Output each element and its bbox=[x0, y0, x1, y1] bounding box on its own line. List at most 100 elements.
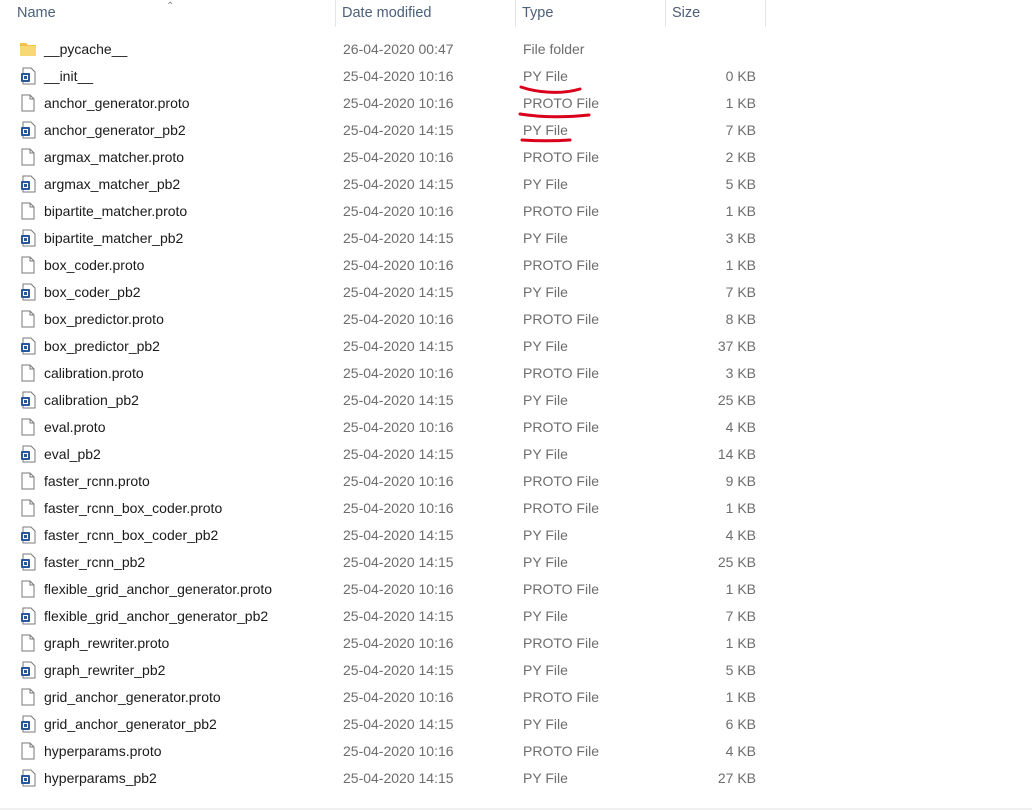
file-name: __init__ bbox=[44, 68, 94, 84]
file-date-modified: 25-04-2020 10:16 bbox=[343, 635, 454, 651]
file-date-modified: 25-04-2020 14:15 bbox=[343, 554, 454, 570]
file-date-modified: 25-04-2020 10:16 bbox=[343, 68, 454, 84]
file-row[interactable]: flexible_grid_anchor_generator.proto 25-0… bbox=[0, 577, 766, 604]
folder-icon bbox=[20, 40, 36, 58]
file-name: hyperparams.proto bbox=[44, 743, 162, 759]
file-type: PY File bbox=[523, 338, 568, 354]
file-size: 7 KB bbox=[725, 608, 756, 624]
column-header-type[interactable]: Type bbox=[516, 0, 666, 27]
file-size: 0 KB bbox=[725, 68, 756, 84]
file-row[interactable]: faster_rcnn_box_coder.proto 25-04-2020 10… bbox=[0, 496, 766, 523]
file-name: faster_rcnn_box_coder_pb2 bbox=[44, 527, 219, 543]
file-date-modified: 25-04-2020 10:16 bbox=[343, 473, 454, 489]
file-row[interactable]: hyperparams.proto 25-04-2020 10:16 PROTO F… bbox=[0, 739, 766, 766]
py-file-icon bbox=[20, 553, 36, 571]
file-size: 1 KB bbox=[725, 689, 756, 705]
file-name: __pycache__ bbox=[44, 41, 128, 57]
file-row[interactable]: __pycache__ 26-04-2020 00:47 File folder bbox=[0, 37, 766, 64]
file-type: PROTO File bbox=[523, 149, 599, 165]
file-row[interactable]: eval_pb2 25-04-2020 14:15 PY File 14 KB bbox=[0, 442, 766, 469]
file-row[interactable]: graph_rewriter.proto 25-04-2020 10:16 PROT… bbox=[0, 631, 766, 658]
file-row[interactable]: bipartite_matcher_pb2 25-04-2020 14:15 PY … bbox=[0, 226, 766, 253]
file-name: bipartite_matcher.proto bbox=[44, 203, 188, 219]
file-row[interactable]: calibration.proto 25-04-2020 10:16 PROTO F… bbox=[0, 361, 766, 388]
file-date-modified: 25-04-2020 10:16 bbox=[343, 257, 454, 273]
file-type: PROTO File bbox=[523, 743, 599, 759]
blank-file-icon bbox=[20, 472, 36, 490]
file-size: 7 KB bbox=[725, 122, 756, 138]
file-row[interactable]: grid_anchor_generator_pb2 25-04-2020 14:1… bbox=[0, 712, 766, 739]
file-name: argmax_matcher_pb2 bbox=[44, 176, 181, 192]
file-row[interactable]: bipartite_matcher.proto 25-04-2020 10:16 P… bbox=[0, 199, 766, 226]
file-type: PROTO File bbox=[523, 473, 599, 489]
file-size: 5 KB bbox=[725, 662, 756, 678]
file-size: 14 KB bbox=[717, 446, 756, 462]
file-date-modified: 25-04-2020 10:16 bbox=[343, 500, 454, 516]
file-type: PY File bbox=[523, 230, 568, 246]
file-row[interactable]: flexible_grid_anchor_generator_pb2 25-04-… bbox=[0, 604, 766, 631]
file-row[interactable]: box_predictor_pb2 25-04-2020 14:15 PY File… bbox=[0, 334, 766, 361]
py-file-icon bbox=[20, 445, 36, 463]
file-name: eval.proto bbox=[44, 419, 106, 435]
file-size: 1 KB bbox=[725, 95, 756, 111]
column-header-size[interactable]: Size bbox=[666, 0, 766, 27]
file-name: eval_pb2 bbox=[44, 446, 101, 462]
file-date-modified: 25-04-2020 10:16 bbox=[343, 203, 454, 219]
file-date-modified: 25-04-2020 10:16 bbox=[343, 581, 454, 597]
file-row[interactable]: graph_rewriter_pb2 25-04-2020 14:15 PY Fil… bbox=[0, 658, 766, 685]
blank-file-icon bbox=[20, 310, 36, 328]
file-row[interactable]: box_predictor.proto 25-04-2020 10:16 PROTO… bbox=[0, 307, 766, 334]
file-row[interactable]: argmax_matcher_pb2 25-04-2020 14:15 PY Fil… bbox=[0, 172, 766, 199]
file-name: graph_rewriter_pb2 bbox=[44, 662, 166, 678]
file-size: 4 KB bbox=[725, 743, 756, 759]
file-row[interactable]: anchor_generator.proto 25-04-2020 10:16 PR… bbox=[0, 91, 766, 118]
file-row[interactable]: box_coder.proto 25-04-2020 10:16 PROTO Fil… bbox=[0, 253, 766, 280]
file-row[interactable]: calibration_pb2 25-04-2020 14:15 PY File 25… bbox=[0, 388, 766, 415]
file-type: PROTO File bbox=[523, 689, 599, 705]
blank-file-icon bbox=[20, 364, 36, 382]
file-name: calibration.proto bbox=[44, 365, 144, 381]
py-file-icon bbox=[20, 607, 36, 625]
file-type: PROTO File bbox=[523, 419, 599, 435]
file-row[interactable]: faster_rcnn.proto 25-04-2020 10:16 PROTO F… bbox=[0, 469, 766, 496]
file-row[interactable]: box_coder_pb2 25-04-2020 14:15 PY File 7 KB bbox=[0, 280, 766, 307]
file-name: bipartite_matcher_pb2 bbox=[44, 230, 184, 246]
file-row[interactable]: hyperparams_pb2 25-04-2020 14:15 PY File 27… bbox=[0, 766, 766, 793]
file-size: 4 KB bbox=[725, 527, 756, 543]
file-size: 3 KB bbox=[725, 230, 756, 246]
file-date-modified: 25-04-2020 14:15 bbox=[343, 122, 454, 138]
file-type: PROTO File bbox=[523, 500, 599, 516]
file-name: box_coder.proto bbox=[44, 257, 145, 273]
file-type: PROTO File bbox=[523, 257, 599, 273]
file-name: flexible_grid_anchor_generator_pb2 bbox=[44, 608, 269, 624]
file-type: PROTO File bbox=[523, 635, 599, 651]
file-name: calibration_pb2 bbox=[44, 392, 139, 408]
file-date-modified: 25-04-2020 10:16 bbox=[343, 95, 454, 111]
file-date-modified: 25-04-2020 14:15 bbox=[343, 608, 454, 624]
file-row[interactable]: eval.proto 25-04-2020 10:16 PROTO File 4 KB bbox=[0, 415, 766, 442]
blank-file-icon bbox=[20, 580, 36, 598]
file-type: PY File bbox=[523, 770, 568, 786]
file-row[interactable]: __init__ 25-04-2020 10:16 PY File 0 KB bbox=[0, 64, 766, 91]
file-name: anchor_generator_pb2 bbox=[44, 122, 186, 138]
file-row[interactable]: faster_rcnn_pb2 25-04-2020 14:15 PY File 25… bbox=[0, 550, 766, 577]
file-list: __pycache__ 26-04-2020 00:47 File folder __… bbox=[0, 37, 766, 793]
blank-file-icon bbox=[20, 688, 36, 706]
file-row[interactable]: faster_rcnn_box_coder_pb2 25-04-2020 14:1… bbox=[0, 523, 766, 550]
file-type: PY File bbox=[523, 662, 568, 678]
file-name: faster_rcnn_pb2 bbox=[44, 554, 146, 570]
file-size: 4 KB bbox=[725, 419, 756, 435]
file-row[interactable]: anchor_generator_pb2 25-04-2020 14:15 PY F… bbox=[0, 118, 766, 145]
file-type: PROTO File bbox=[523, 581, 599, 597]
blank-file-icon bbox=[20, 94, 36, 112]
file-name: graph_rewriter.proto bbox=[44, 635, 170, 651]
file-date-modified: 25-04-2020 14:15 bbox=[343, 230, 454, 246]
file-type: PY File bbox=[523, 68, 568, 84]
file-date-modified: 25-04-2020 10:16 bbox=[343, 743, 454, 759]
file-date-modified: 25-04-2020 10:16 bbox=[343, 149, 454, 165]
file-row[interactable]: grid_anchor_generator.proto 25-04-2020 10… bbox=[0, 685, 766, 712]
file-row[interactable]: argmax_matcher.proto 25-04-2020 10:16 PROT… bbox=[0, 145, 766, 172]
column-header-date-modified[interactable]: Date modified bbox=[336, 0, 516, 27]
column-header-name[interactable]: ⌃ Name bbox=[0, 0, 336, 27]
blank-file-icon bbox=[20, 634, 36, 652]
